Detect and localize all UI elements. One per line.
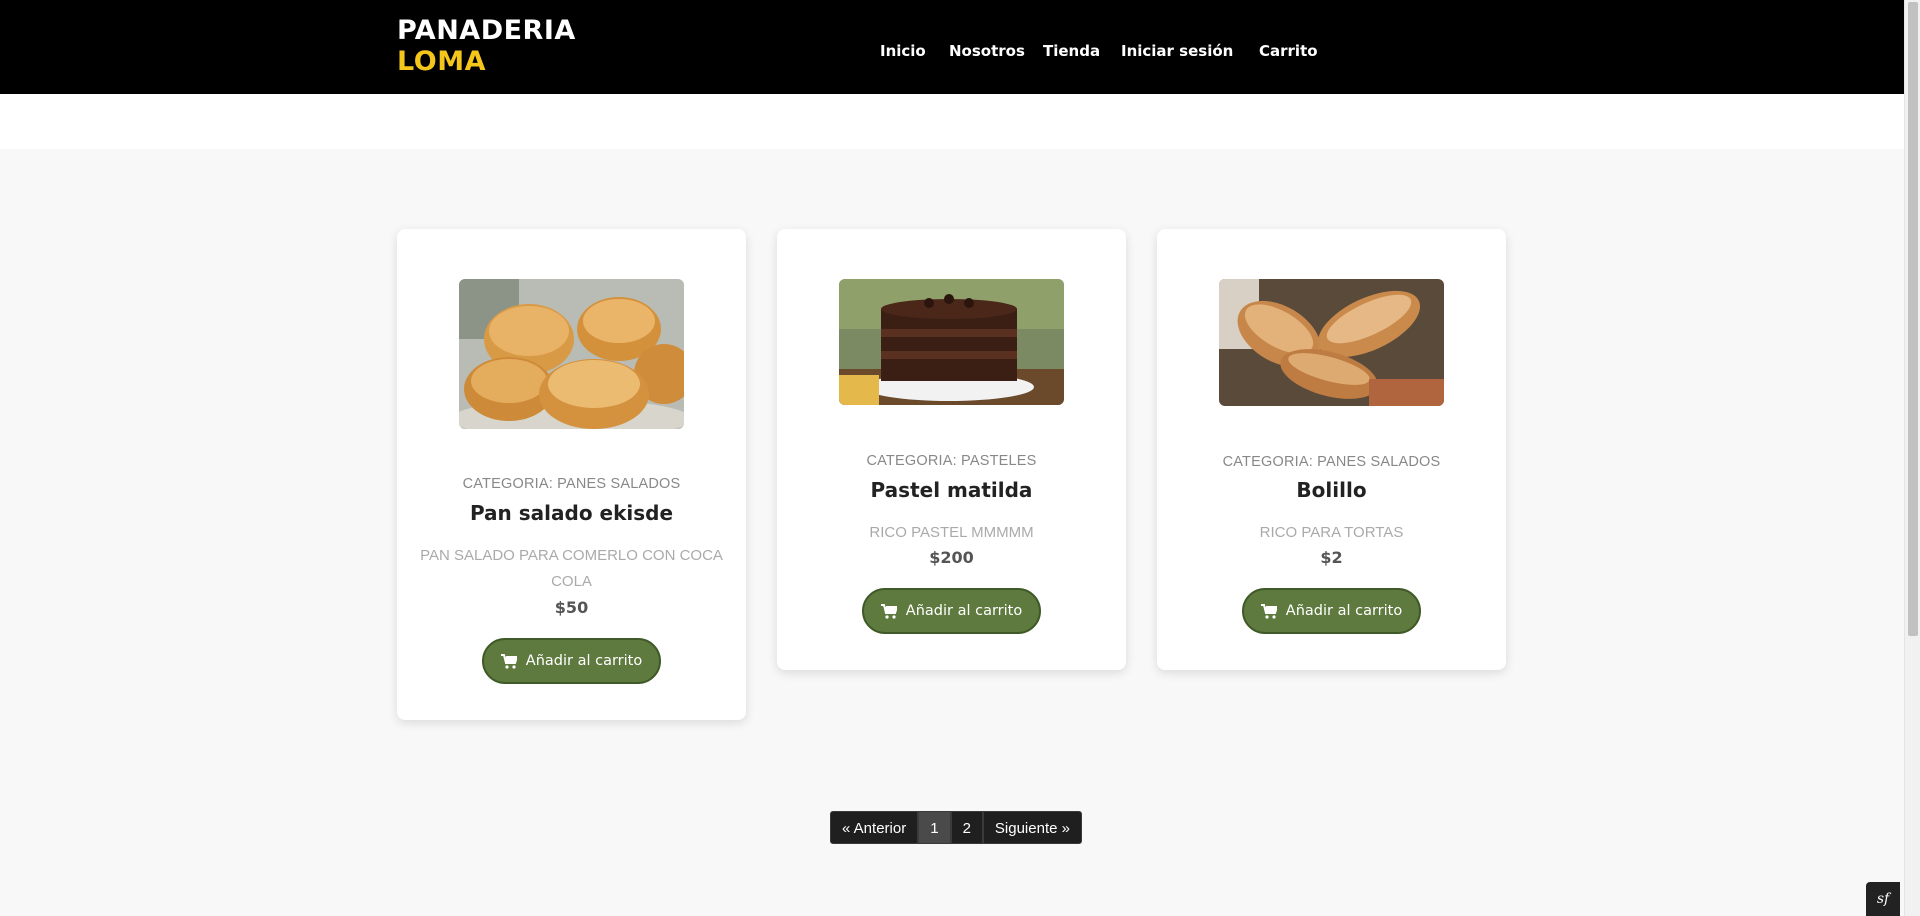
product-card: CATEGORIA: PASTELES Pastel matilda RICO … — [777, 229, 1126, 670]
add-to-cart-button[interactable]: Añadir al carrito — [1242, 588, 1421, 634]
site-header: PANADERIA LOMA Inicio Nosotros Tienda In… — [0, 0, 1904, 94]
nav-tienda[interactable]: Tienda — [1043, 42, 1100, 60]
product-category: CATEGORIA: PANES SALADOS — [462, 476, 681, 492]
pagination-page-1[interactable]: 1 — [918, 811, 951, 844]
cart-icon — [500, 653, 517, 669]
add-to-cart-label: Añadir al carrito — [1285, 603, 1403, 619]
product-card: CATEGORIA: PANES SALADOS Bolillo RICO PA… — [1157, 229, 1506, 670]
vertical-scrollbar[interactable] — [1904, 0, 1920, 916]
chocolate-cake-image[interactable] — [839, 279, 1064, 405]
scrollbar-thumb[interactable] — [1908, 2, 1918, 636]
brand-line-1: PANADERIA — [397, 15, 576, 46]
product-name: Bolillo — [1296, 478, 1367, 502]
add-to-cart-button[interactable]: Añadir al carrito — [482, 638, 661, 684]
product-price: $50 — [554, 598, 589, 617]
brand-logo[interactable]: PANADERIA LOMA — [397, 15, 576, 77]
product-description: PAN SALADO PARA COMERLO CON COCA COLA — [420, 547, 723, 590]
debug-badge-label: sf — [1876, 891, 1890, 907]
product-card: CATEGORIA: PANES SALADOS Pan salado ekis… — [397, 229, 746, 720]
product-name: Pastel matilda — [870, 478, 1033, 502]
bread-buns-image[interactable] — [459, 279, 684, 429]
product-price: $200 — [929, 548, 974, 567]
pagination-next[interactable]: Siguiente » — [982, 811, 1082, 844]
pagination-prev[interactable]: « Anterior — [830, 811, 919, 844]
symfony-debug-toolbar-icon[interactable]: sf — [1866, 882, 1900, 916]
nav-iniciar-sesion[interactable]: Iniciar sesión — [1121, 42, 1233, 60]
product-category: CATEGORIA: PANES SALADOS — [1222, 454, 1441, 470]
brand-line-2: LOMA — [397, 46, 486, 77]
add-to-cart-button[interactable]: Añadir al carrito — [862, 588, 1041, 634]
bolillo-image[interactable] — [1219, 279, 1444, 406]
nav-nosotros[interactable]: Nosotros — [949, 42, 1025, 60]
nav-carrito[interactable]: Carrito — [1259, 42, 1318, 60]
product-name: Pan salado ekisde — [469, 501, 674, 525]
pagination: « Anterior 1 2 Siguiente » — [830, 811, 1082, 844]
header-spacer — [0, 94, 1904, 149]
product-description: RICO PASTEL MMMMM — [869, 524, 1034, 541]
add-to-cart-label: Añadir al carrito — [525, 653, 643, 669]
product-category: CATEGORIA: PASTELES — [866, 453, 1037, 469]
add-to-cart-label: Añadir al carrito — [905, 603, 1023, 619]
product-description: RICO PARA TORTAS — [1259, 524, 1404, 541]
cart-icon — [1260, 603, 1277, 619]
pagination-page-2[interactable]: 2 — [950, 811, 983, 844]
cart-icon — [880, 603, 897, 619]
product-price: $2 — [1320, 548, 1343, 567]
nav-inicio[interactable]: Inicio — [880, 42, 926, 60]
